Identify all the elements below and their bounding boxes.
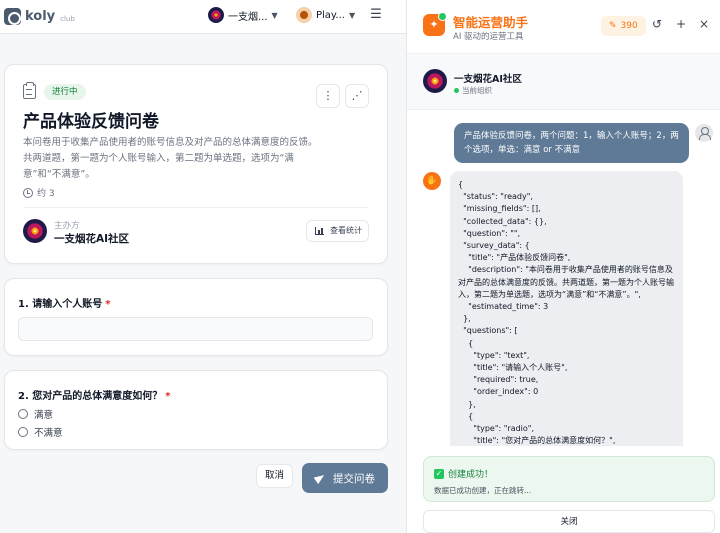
check-icon: ✓ — [434, 468, 444, 479]
radio-label: 满意 — [34, 410, 54, 421]
more-vertical-icon: ⋮ — [322, 89, 334, 102]
assistant-panel: ✦ 智能运营助手 AI 驱动的运营工具 ✎ 390 ↺ + × 一支烟花AI社区… — [406, 0, 720, 533]
close-button[interactable]: 关闭 — [423, 510, 715, 533]
divider — [23, 207, 369, 208]
radio-label: 不满意 — [34, 428, 63, 439]
online-dot-icon — [454, 88, 459, 93]
account-input[interactable] — [18, 317, 373, 341]
radio-button[interactable] — [18, 427, 28, 437]
current-org-bar: 一支烟花AI社区 当前组织 — [407, 54, 720, 110]
top-navigation-bar: koly club 一支烟... ▼ Play... ▼ ☰ — [0, 0, 406, 34]
credits-icon: ✎ — [609, 21, 617, 31]
player-selector[interactable]: Play... ▼ — [296, 7, 355, 23]
required-mark: * — [105, 299, 111, 310]
question-card-1: 1. 请输入个人账号 * — [4, 278, 388, 356]
success-subtitle: 数据已成功创建，正在跳转... — [434, 486, 532, 495]
credits-value: 390 — [620, 21, 638, 31]
hamburger-menu-icon[interactable]: ☰ — [370, 8, 382, 21]
org-status-label: 当前组织 — [462, 86, 492, 95]
send-icon — [315, 473, 325, 483]
radio-option-dissatisfied[interactable]: 不满意 — [18, 425, 63, 439]
submit-label: 提交问卷 — [333, 472, 375, 485]
organizer-name: 一支烟花AI社区 — [54, 233, 130, 245]
org-status: 当前组织 — [454, 85, 492, 96]
sparkle-icon: ✦ — [423, 12, 447, 36]
assistant-subtitle: AI 驱动的运营工具 — [453, 32, 524, 42]
survey-title: 产品体验反馈问卷 — [23, 112, 159, 132]
question-title: 2. 您对产品的总体满意度如何？ * — [18, 387, 170, 402]
chat-area[interactable]: 产品体验反馈问卷，两个问题：1，输入个人账号；2，两个选项，单选：满意 or 不… — [407, 110, 720, 446]
survey-header-card: 进行中 ⋮ ⋰ 产品体验反馈问卷 本问卷用于收集产品使用者的账号信息及对产品的总… — [4, 64, 388, 264]
estimated-time: 约 3 — [23, 186, 55, 199]
question-card-2: 2. 您对产品的总体满意度如何？ * 满意 不满意 — [4, 370, 388, 450]
history-icon[interactable]: ↺ — [650, 17, 664, 31]
submit-survey-button[interactable]: 提交问卷 — [302, 463, 388, 493]
question-title-text: 2. 您对产品的总体满意度如何？ — [18, 391, 163, 402]
chevron-down-icon: ▼ — [271, 10, 278, 20]
success-alert: ✓ 创建成功！ 数据已成功创建，正在跳转... — [423, 456, 715, 502]
success-title: ✓ 创建成功！ — [434, 467, 493, 480]
assistant-title: 智能运营助手 — [453, 15, 529, 30]
org-name: 一支烟花AI社区 — [454, 74, 522, 85]
share-button[interactable]: ⋰ — [345, 84, 369, 108]
question-title: 1. 请输入个人账号 * — [18, 295, 110, 310]
organizer-avatar — [23, 219, 47, 243]
survey-preview-pane: koly club 一支烟... ▼ Play... ▼ ☰ 进行中 ⋮ ⋰ 产… — [0, 0, 406, 533]
credits-badge[interactable]: ✎ 390 — [601, 16, 646, 36]
plus-icon[interactable]: + — [674, 17, 688, 31]
logo-icon — [4, 8, 21, 25]
estimated-time-value: 约 3 — [37, 189, 55, 199]
org-avatar — [423, 69, 447, 93]
hand-icon: ✋ — [423, 172, 441, 190]
player-label: Play... — [316, 9, 345, 21]
required-mark: * — [165, 391, 171, 402]
clock-icon — [23, 187, 33, 198]
assistant-header: ✦ 智能运营助手 AI 驱动的运营工具 ✎ 390 ↺ + × — [407, 0, 720, 54]
share-icon: ⋰ — [351, 89, 363, 102]
view-stats-label: 查看统计 — [330, 226, 362, 235]
logo-subtext: club — [60, 14, 75, 23]
assistant-json-message: { "status": "ready", "missing_fields": [… — [450, 171, 683, 446]
clipboard-icon — [23, 82, 36, 99]
success-title-text: 创建成功！ — [448, 470, 494, 480]
workspace-label: 一支烟... — [228, 11, 268, 23]
cancel-button[interactable]: 取消 — [256, 464, 293, 488]
radio-button[interactable] — [18, 409, 28, 419]
workspace-selector[interactable]: 一支烟... ▼ — [208, 7, 278, 23]
player-avatar — [296, 7, 312, 23]
user-message: 产品体验反馈问卷，两个问题：1，输入个人账号；2，两个选项，单选：满意 or 不… — [454, 123, 689, 163]
organizer-label: 主办方 — [54, 221, 80, 231]
user-icon — [695, 124, 713, 142]
more-options-button[interactable]: ⋮ — [316, 84, 340, 108]
close-icon[interactable]: × — [697, 17, 711, 31]
status-badge: 进行中 — [44, 84, 86, 100]
bar-chart-icon — [315, 227, 324, 235]
question-title-text: 1. 请输入个人账号 — [18, 299, 103, 310]
view-stats-button[interactable]: 查看统计 — [306, 220, 369, 242]
chevron-down-icon: ▼ — [348, 10, 356, 20]
logo-text: koly — [25, 9, 56, 24]
survey-description: 本问卷用于收集产品使用者的账号信息及对产品的总体满意度的反馈。共两道题，第一题为… — [23, 137, 318, 180]
radio-option-satisfied[interactable]: 满意 — [18, 407, 53, 421]
app-logo[interactable]: koly club — [4, 8, 75, 25]
workspace-avatar — [208, 7, 224, 23]
